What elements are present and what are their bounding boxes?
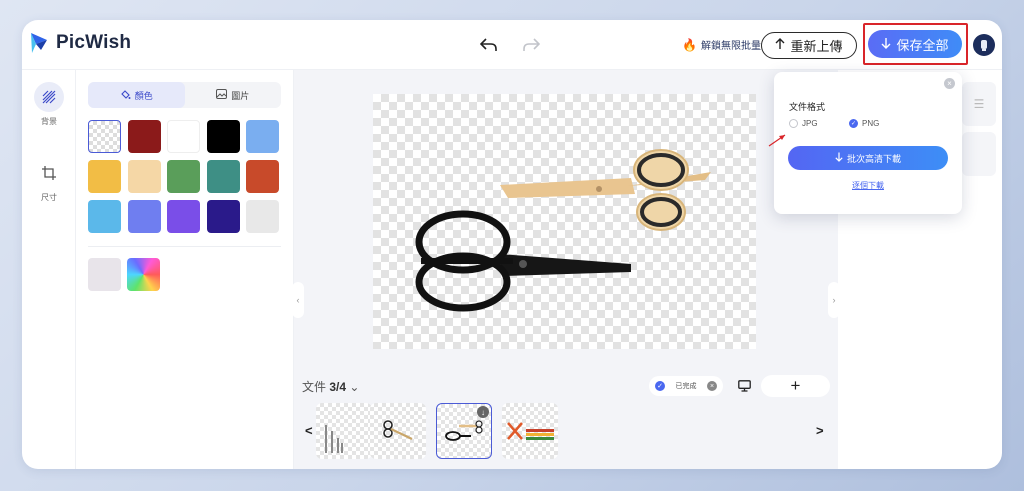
color-swatch[interactable] bbox=[127, 200, 161, 233]
custom-color-swatch[interactable] bbox=[88, 258, 121, 291]
radio-unchecked-icon bbox=[789, 119, 798, 128]
save-all-label: 保存全部 bbox=[896, 37, 949, 53]
batch-download-label: 批次高清下載 bbox=[846, 153, 901, 164]
user-avatar[interactable] bbox=[973, 34, 995, 56]
color-swatch[interactable] bbox=[206, 200, 240, 233]
reupload-button[interactable]: 重新上傳 bbox=[761, 32, 857, 59]
color-swatch[interactable] bbox=[246, 160, 279, 193]
tab-image-label: 圖片 bbox=[231, 90, 250, 101]
color-swatch[interactable] bbox=[127, 160, 161, 193]
color-picker-rainbow[interactable] bbox=[127, 258, 160, 291]
editor-workspace: ‹ › 文件 3/4 ⌄ ✓ 已完成 × + < ↓ > bbox=[292, 70, 840, 469]
close-icon[interactable]: × bbox=[944, 78, 955, 89]
color-swatch[interactable] bbox=[167, 200, 200, 233]
color-swatch[interactable] bbox=[88, 160, 121, 193]
close-circle-icon[interactable]: × bbox=[707, 381, 717, 391]
custom-color-row bbox=[88, 258, 160, 291]
color-swatch[interactable] bbox=[88, 200, 121, 233]
check-circle-icon: ✓ bbox=[655, 381, 665, 391]
color-swatch[interactable] bbox=[246, 120, 279, 153]
tab-color[interactable]: 顏色 bbox=[88, 82, 185, 108]
gold-scissors bbox=[500, 149, 711, 231]
paint-bucket-icon bbox=[120, 89, 131, 102]
file-counter[interactable]: 文件 3/4 ⌄ bbox=[302, 378, 359, 395]
completed-status-pill: ✓ 已完成 × bbox=[649, 376, 723, 396]
file-label: 文件 bbox=[302, 380, 327, 394]
black-scissors bbox=[415, 210, 631, 312]
reupload-label: 重新上傳 bbox=[790, 39, 843, 54]
unlock-batch-link[interactable]: 🔥 解鎖無限批量 bbox=[682, 37, 761, 53]
rail-size-tab[interactable]: 尺寸 bbox=[30, 158, 68, 203]
thumbnail-1[interactable] bbox=[316, 403, 372, 459]
chevron-down-icon: ⌄ bbox=[349, 380, 360, 394]
color-swatch-grid bbox=[88, 120, 288, 233]
rail-size-label: 尺寸 bbox=[41, 193, 57, 202]
thumbnail-strip: < ↓ > bbox=[302, 403, 828, 461]
color-swatch[interactable] bbox=[246, 200, 279, 233]
background-panel: 顏色 圖片 bbox=[76, 70, 294, 469]
brand-logo[interactable]: PicWish bbox=[28, 30, 131, 56]
download-arrow-icon bbox=[835, 152, 843, 164]
radio-checked-icon: ✓ bbox=[849, 119, 858, 128]
preview-monitor-button[interactable] bbox=[735, 377, 753, 395]
menu-icon[interactable]: ☰ bbox=[962, 82, 996, 126]
single-download-link[interactable]: 逐個下載 bbox=[774, 180, 962, 191]
fire-icon: 🔥 bbox=[682, 37, 697, 52]
panel-divider bbox=[88, 246, 281, 247]
brand-name: PicWish bbox=[56, 32, 132, 53]
tab-color-label: 顏色 bbox=[134, 90, 153, 101]
format-png-label: PNG bbox=[862, 119, 880, 128]
rail-background-tab[interactable]: 背景 bbox=[30, 82, 68, 127]
color-swatch[interactable] bbox=[206, 160, 240, 193]
left-rail: 背景 尺寸 bbox=[22, 70, 76, 469]
scissors-image bbox=[415, 149, 711, 312]
thumbnail-3[interactable]: ↓ bbox=[436, 403, 492, 459]
download-format-popup: × 文件格式 JPG ✓ PNG 批次高清下載 逐個下載 bbox=[774, 72, 962, 214]
monitor-icon bbox=[737, 380, 751, 392]
format-jpg-label: JPG bbox=[802, 119, 818, 128]
crop-icon bbox=[34, 158, 64, 188]
thumbnail-4[interactable] bbox=[502, 403, 558, 459]
color-swatch[interactable] bbox=[206, 120, 240, 153]
app-window: PicWish 🔥 解鎖無限批量 重新上傳 保存全部 背景 尺寸 顏色 圖片 ‹… bbox=[22, 20, 1002, 469]
thumbnails-prev-icon[interactable]: < bbox=[305, 423, 313, 438]
tab-image[interactable]: 圖片 bbox=[185, 82, 282, 108]
unlock-batch-label: 解鎖無限批量 bbox=[700, 41, 761, 52]
file-counter-value: 3/4 bbox=[329, 380, 347, 394]
thumbnails-next-icon[interactable]: > bbox=[816, 423, 824, 438]
image-canvas[interactable] bbox=[373, 94, 756, 349]
format-option-png[interactable]: ✓ PNG bbox=[849, 119, 879, 128]
panel-segmented-control: 顏色 圖片 bbox=[88, 82, 281, 108]
picwish-logo-icon bbox=[28, 30, 50, 56]
completed-label: 已完成 bbox=[675, 383, 697, 390]
download-arrow-icon bbox=[881, 37, 891, 52]
add-image-button[interactable]: + bbox=[761, 375, 830, 397]
rail-background-label: 背景 bbox=[41, 117, 57, 126]
popup-title: 文件格式 bbox=[789, 102, 826, 112]
color-swatch[interactable] bbox=[167, 160, 200, 193]
thumbnail-2[interactable] bbox=[370, 403, 426, 459]
annotation-arrow-icon bbox=[768, 134, 786, 147]
undo-icon[interactable] bbox=[478, 34, 500, 56]
format-option-jpg[interactable]: JPG bbox=[789, 119, 818, 128]
background-pattern-icon bbox=[34, 82, 64, 112]
redo-icon[interactable] bbox=[520, 34, 542, 56]
batch-download-button[interactable]: 批次高清下載 bbox=[788, 146, 948, 170]
color-swatch[interactable] bbox=[127, 120, 161, 153]
color-swatch[interactable] bbox=[167, 120, 200, 153]
save-all-button[interactable]: 保存全部 bbox=[868, 30, 962, 58]
image-icon bbox=[216, 89, 228, 101]
color-swatch-transparent[interactable] bbox=[88, 120, 121, 153]
upload-arrow-icon bbox=[775, 38, 785, 53]
thumbnail-download-icon[interactable]: ↓ bbox=[477, 406, 489, 418]
right-panel-card bbox=[962, 132, 996, 176]
top-bar: PicWish 🔥 解鎖無限批量 重新上傳 保存全部 bbox=[22, 20, 1002, 70]
collapse-left-handle[interactable]: ‹ bbox=[292, 282, 304, 318]
plus-icon: + bbox=[790, 376, 801, 395]
